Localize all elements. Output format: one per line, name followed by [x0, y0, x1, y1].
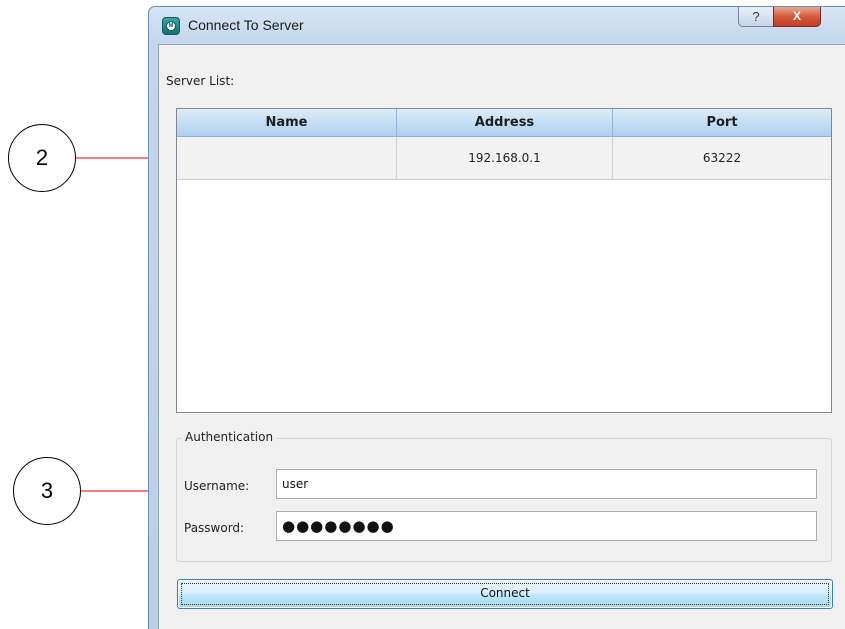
callout-2: 2: [8, 124, 76, 192]
username-field[interactable]: user: [276, 469, 817, 499]
column-header-address[interactable]: Address: [397, 109, 613, 137]
username-label: Username:: [184, 479, 250, 493]
close-button[interactable]: X: [773, 7, 821, 27]
connect-dialog: M Connect To Server ? X Server List: Nam…: [148, 6, 845, 629]
authentication-group: [176, 438, 832, 562]
table-row[interactable]: 192.168.0.1 63222: [177, 137, 831, 180]
column-header-port[interactable]: Port: [613, 109, 831, 137]
app-logo-icon: M: [162, 17, 180, 35]
column-header-name[interactable]: Name: [177, 109, 397, 137]
connect-button[interactable]: Connect: [177, 579, 833, 609]
cell-address: 192.168.0.1: [397, 137, 613, 179]
cell-name: [177, 137, 397, 179]
server-list-label: Server List:: [166, 74, 235, 88]
table-header: Name Address Port: [177, 109, 831, 137]
window-title: Connect To Server: [188, 17, 304, 33]
focus-ring: [181, 583, 829, 605]
cell-port: 63222: [702, 151, 742, 165]
title-bar[interactable]: M Connect To Server ? X: [149, 7, 845, 43]
password-field[interactable]: ●●●●●●●●: [276, 511, 817, 541]
server-list-table[interactable]: Name Address Port 192.168.0.1 63222: [176, 108, 832, 413]
authentication-title: Authentication: [182, 430, 277, 444]
callout-3: 3: [13, 457, 81, 525]
password-label: Password:: [184, 521, 245, 535]
dialog-body: Server List: Name Address Port 192.168.0…: [158, 44, 845, 629]
help-button[interactable]: ?: [738, 7, 774, 27]
